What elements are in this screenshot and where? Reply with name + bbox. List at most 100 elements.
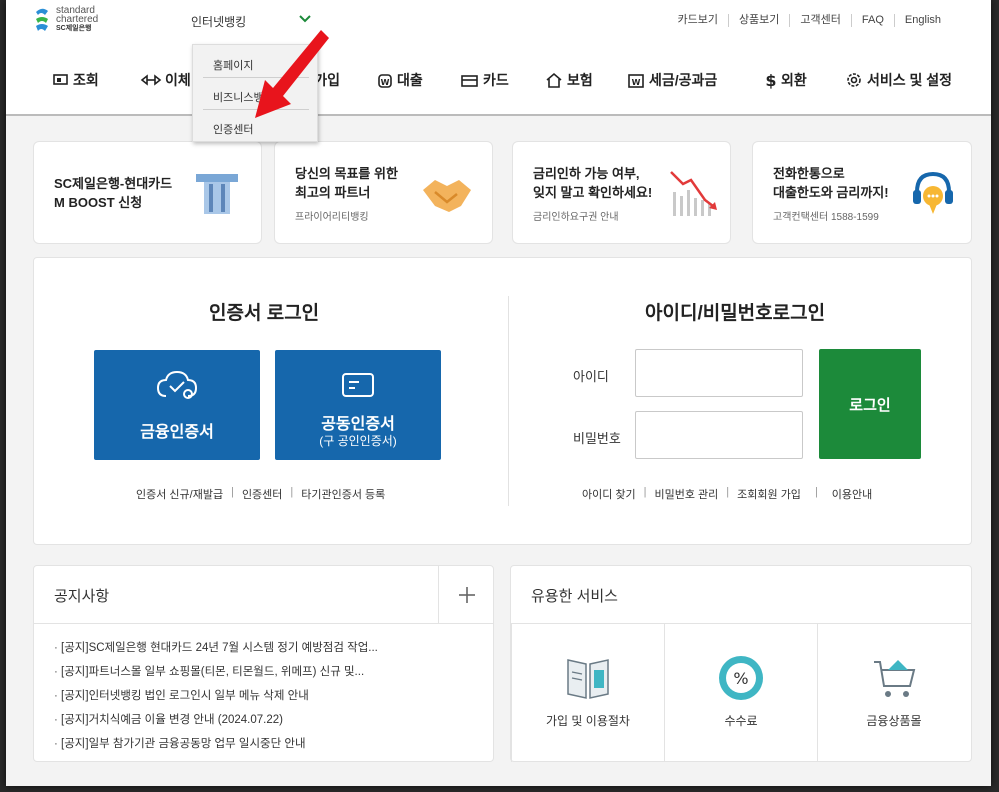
monitor-icon xyxy=(53,74,68,85)
building-icon: W xyxy=(628,74,644,88)
financial-cert-button[interactable]: 금융인증서 xyxy=(94,350,260,460)
notice-panel: 공지사항 [공지]SC제일은행 현대카드 24년 7월 시스템 정기 예방점검 … xyxy=(33,565,494,762)
service-label: 금융상품몰 xyxy=(866,714,922,728)
nav-label-tax: 세금/공과금 xyxy=(649,72,718,88)
chevron-down-icon[interactable] xyxy=(298,14,312,24)
list-item[interactable]: [공지]거치식예금 이율 변경 안내 (2024.07.22) xyxy=(54,708,378,732)
password-input[interactable] xyxy=(635,411,803,459)
link-inquiry-member-join[interactable]: 조회회원 가입 xyxy=(729,486,809,502)
service-join-procedure[interactable]: 가입 및 이용절차 xyxy=(511,624,664,762)
financial-cert-label: 금융인증서 xyxy=(140,424,214,441)
joint-cert-label: 공동인증서 xyxy=(321,416,395,433)
red-arrow-annotation-icon xyxy=(255,30,329,118)
notice-divider xyxy=(34,623,493,624)
logo-text-line3: SC제일은행 xyxy=(56,25,92,32)
cloud-cert-icon xyxy=(156,370,198,399)
nav-label-card: 카드 xyxy=(483,72,509,88)
notice-more-button[interactable] xyxy=(438,566,494,623)
nav-label-transfer: 이체 xyxy=(165,72,191,88)
utility-links: 카드보기 상품보기 고객센터 FAQ English xyxy=(667,14,951,27)
nav-label-inquiry: 조회 xyxy=(73,72,99,88)
banner-subtitle: 프라이어리티뱅킹 xyxy=(295,212,369,223)
utility-link-faq[interactable]: FAQ xyxy=(850,14,894,27)
service-fees[interactable]: % 수수료 xyxy=(664,624,817,762)
utility-link-card[interactable]: 카드보기 xyxy=(667,14,727,27)
money-bag-icon: W xyxy=(378,74,392,88)
banner-subtitle: 고객컨택센터 1588-1599 xyxy=(773,212,879,223)
svg-text:$: $ xyxy=(765,71,776,89)
link-other-cert-register[interactable]: 타기관인증서 등록 xyxy=(293,486,393,502)
nav-label-loan: 대출 xyxy=(397,72,423,88)
svg-text:W: W xyxy=(381,78,390,87)
nav-item-settings[interactable]: 서비스 및 설정 xyxy=(844,70,952,90)
site-select[interactable]: 인터넷뱅킹 xyxy=(191,13,246,30)
house-icon xyxy=(546,72,562,88)
card-icon xyxy=(461,75,478,87)
gear-icon xyxy=(847,73,861,87)
link-separator: | xyxy=(814,486,818,498)
atm-card-icon xyxy=(196,174,238,214)
nav-item-inquiry[interactable]: 조회 xyxy=(52,70,99,90)
nav-label-settings: 서비스 및 설정 xyxy=(867,72,953,88)
id-login-links: 아이디 찾기 | 비밀번호 관리 | 조회회원 가입 | 이용안내 xyxy=(574,486,880,502)
notice-title: 공지사항 xyxy=(54,588,110,605)
brand-logo[interactable]: standard chartered SC제일은행 xyxy=(32,6,98,34)
nav-label-insurance: 보험 xyxy=(567,72,593,88)
banner-rate-cut[interactable]: 금리인하 가능 여부, 잊지 말고 확인하세요! 금리인하요구권 안내 xyxy=(512,141,731,244)
password-label: 비밀번호 xyxy=(573,431,621,446)
sc-logo-icon xyxy=(36,8,48,31)
link-password-manage[interactable]: 비밀번호 관리 xyxy=(647,486,727,502)
panel-divider xyxy=(508,296,509,506)
useful-services-panel: 유용한 서비스 가입 및 이용절차 % 수수료 금융상품몰 xyxy=(510,565,972,762)
nav-label-forex: 외환 xyxy=(781,72,807,88)
id-input[interactable] xyxy=(635,349,803,397)
nav-item-card[interactable]: 카드 xyxy=(460,70,509,90)
utility-link-customer-center[interactable]: 고객센터 xyxy=(789,14,850,27)
banner-title: SC제일은행-현대카드 M BOOST 신청 xyxy=(54,176,173,210)
list-item[interactable]: [공지]파트너스몰 일부 쇼핑몰(티몬, 티몬월드, 위메프) 신규 및... xyxy=(54,660,378,684)
banner-title: 금리인하 가능 여부, 잊지 말고 확인하세요! xyxy=(533,166,653,200)
link-cert-center[interactable]: 인증센터 xyxy=(234,486,290,502)
link-usage-guide[interactable]: 이용안내 xyxy=(824,486,880,502)
transfer-arrows-icon xyxy=(140,74,162,86)
link-find-id[interactable]: 아이디 찾기 xyxy=(574,486,644,502)
link-cert-issue[interactable]: 인증서 신규/재발급 xyxy=(128,486,231,502)
banner-priority-banking[interactable]: 당신의 목표를 위한 최고의 파트너 프라이어리티뱅킹 xyxy=(274,141,493,244)
joint-cert-button[interactable]: 공동인증서 (구 공인인증서) xyxy=(275,350,441,460)
banner-hyundai-card[interactable]: SC제일은행-현대카드 M BOOST 신청 xyxy=(33,141,262,244)
login-button[interactable]: 로그인 xyxy=(819,349,921,459)
percent-icon: % xyxy=(719,656,763,700)
falling-chart-icon xyxy=(670,171,717,216)
id-login-heading: 아이디/비밀번호로그인 xyxy=(645,303,826,324)
handshake-icon xyxy=(423,180,471,212)
dollar-icon: $ xyxy=(765,71,776,89)
service-label: 수수료 xyxy=(724,714,758,728)
list-item[interactable]: [공지]일부 참가기관 금융공동망 업무 일시중단 안내 xyxy=(54,732,378,756)
plus-icon xyxy=(458,586,475,603)
shopping-cart-icon xyxy=(874,660,916,697)
svg-text:%: % xyxy=(733,669,748,688)
utility-link-products[interactable]: 상품보기 xyxy=(727,14,789,27)
list-item[interactable]: [공지]SC제일은행 현대카드 24년 7월 시스템 정기 예방점검 작업... xyxy=(54,636,378,660)
headset-icon xyxy=(913,171,953,214)
list-item[interactable]: [공지]인터넷뱅킹 법인 로그인시 일부 메뉴 삭제 안내 xyxy=(54,684,378,708)
svg-text:W: W xyxy=(632,78,641,87)
nav-item-forex[interactable]: $ 외환 xyxy=(764,70,807,90)
nav-item-loan[interactable]: W 대출 xyxy=(376,70,423,90)
joint-cert-sublabel: (구 공인인증서) xyxy=(319,434,397,448)
top-bar: standard chartered SC제일은행 인터넷뱅킹 카드보기 상품보… xyxy=(6,0,991,44)
nav-item-tax[interactable]: W 세금/공과금 xyxy=(626,70,717,90)
nav-item-insurance[interactable]: 보험 xyxy=(544,70,593,90)
notice-list: [공지]SC제일은행 현대카드 24년 7월 시스템 정기 예방점검 작업...… xyxy=(54,636,378,756)
logo-text-line2: chartered xyxy=(56,14,99,25)
cert-login-links: 인증서 신규/재발급 | 인증센터 | 타기관인증서 등록 xyxy=(128,486,393,502)
utility-link-english[interactable]: English xyxy=(893,14,951,27)
service-product-mall[interactable]: 금융상품몰 xyxy=(817,624,970,762)
services-title: 유용한 서비스 xyxy=(531,588,618,605)
banner-subtitle: 금리인하요구권 안내 xyxy=(533,212,619,223)
login-panel: 인증서 로그인 금융인증서 공동인증서 (구 공인인증서) 인증서 신규/재발급… xyxy=(33,257,972,545)
nav-item-transfer[interactable]: 이체 xyxy=(140,70,191,90)
banner-contact-center[interactable]: 전화한통으로 대출한도와 금리까지! 고객컨택센터 1588-1599 xyxy=(752,141,972,244)
cert-login-heading: 인증서 로그인 xyxy=(209,303,320,324)
cert-card-icon xyxy=(342,373,374,397)
